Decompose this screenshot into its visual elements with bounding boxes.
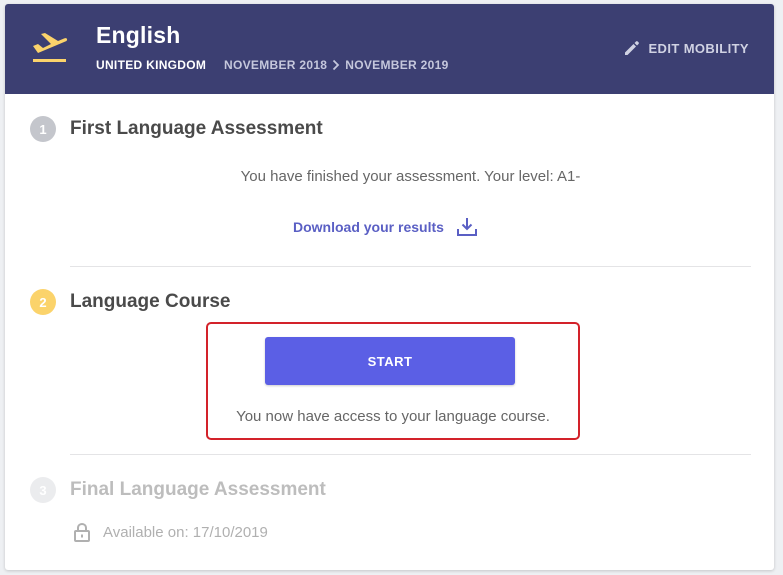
- mobility-dates: NOVEMBER 2018 NOVEMBER 2019: [224, 58, 449, 72]
- availability-row: Available on: 17/10/2019: [73, 522, 268, 542]
- date-start: NOVEMBER 2018: [224, 58, 328, 72]
- step-1-number: 1: [30, 116, 56, 142]
- chevron-right-icon: [333, 59, 340, 71]
- step-3-title: Final Language Assessment: [70, 479, 326, 500]
- course-access-text: You now have access to your language cou…: [236, 408, 550, 425]
- start-course-button[interactable]: START: [265, 337, 515, 385]
- mobility-header: English UNITED KINGDOM NOVEMBER 2018 NOV…: [5, 4, 774, 94]
- edit-mobility-button[interactable]: EDIT MOBILITY: [624, 40, 749, 56]
- step-divider: [70, 454, 751, 455]
- edit-mobility-label: EDIT MOBILITY: [648, 40, 749, 56]
- download-results-link[interactable]: Download your results: [293, 216, 478, 238]
- step-1-title: First Language Assessment: [70, 118, 323, 139]
- pencil-icon: [625, 41, 640, 55]
- step-divider: [70, 266, 751, 267]
- assessment-result-text: You have finished your assessment. Your …: [240, 168, 581, 185]
- language-title: English: [96, 22, 181, 48]
- step-2-title: Language Course: [70, 291, 231, 312]
- step-3-number: 3: [30, 477, 56, 503]
- lock-icon: [74, 522, 90, 542]
- destination-country: UNITED KINGDOM: [96, 58, 207, 72]
- download-results-label: Download your results: [293, 219, 444, 235]
- mobility-card: English UNITED KINGDOM NOVEMBER 2018 NOV…: [5, 4, 774, 570]
- step-2-number: 2: [30, 289, 56, 315]
- available-date-text: Available on: 17/10/2019: [103, 523, 268, 541]
- date-end: NOVEMBER 2019: [345, 58, 449, 72]
- download-icon: [456, 218, 477, 236]
- airplane-takeoff-icon: [33, 33, 68, 62]
